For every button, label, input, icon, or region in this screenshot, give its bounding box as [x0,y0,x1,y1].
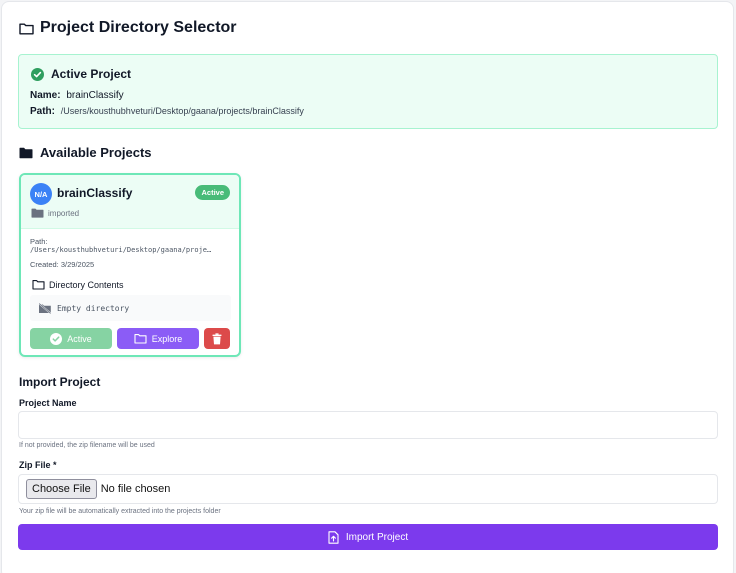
file-upload-icon [328,530,339,544]
project-name-input[interactable] [18,411,718,439]
active-project-name-row: Name: brainClassify [30,90,124,101]
explore-button[interactable]: Explore [117,328,199,349]
active-project-path-row: Path: /Users/kousthubhveturi/Desktop/gaa… [30,106,304,117]
empty-directory-box: Empty directory [30,295,231,321]
project-path-label: Path: [30,237,48,246]
zip-file-label: Zip File * [19,460,57,470]
available-projects-heading: Available Projects [19,145,152,160]
import-section-title: Import Project [19,375,101,389]
active-project-heading: Active Project [31,67,131,81]
project-card[interactable]: N/A brainClassify Active imported Path: … [19,173,241,357]
zip-file-hint: Your zip file will be automatically extr… [19,508,221,515]
import-project-button-label: Import Project [345,531,409,543]
active-project-name: brainClassify [66,90,124,101]
project-type-label: imported [48,208,80,218]
project-selector-panel: Project Directory Selector Active Projec… [1,1,734,573]
directory-contents-title: Directory Contents [49,279,124,290]
explore-button-label: Explore [151,333,183,344]
project-path: /Users/kousthubhveturi/Desktop/gaana/pro… [30,246,212,254]
directory-contents-heading: Directory Contents [32,279,124,290]
project-type: imported [31,208,79,218]
choose-file-button[interactable]: Choose File [26,479,97,499]
page-title: Project Directory Selector [40,19,237,36]
check-circle-icon [31,67,44,81]
check-circle-icon [50,332,63,345]
project-name-hint: If not provided, the zip filename will b… [19,442,155,449]
folder-outline-icon [134,333,147,344]
project-avatar: N/A [30,183,52,205]
active-project-path: /Users/kousthubhveturi/Desktop/gaana/pro… [60,106,304,116]
name-label: Name: [30,90,61,101]
folder-filled-icon [31,208,44,218]
project-name-label: Project Name [19,398,77,408]
active-button[interactable]: Active [30,328,112,349]
active-button-label: Active [67,333,92,344]
folder-filled-icon [19,147,33,159]
trash-icon [212,332,222,345]
import-project-button[interactable]: Import Project [18,524,718,550]
project-created: Created: 3/29/2025 [30,260,95,269]
project-name: brainClassify [57,186,133,200]
delete-button[interactable] [204,328,230,349]
page-header: Project Directory Selector [19,19,237,37]
no-file-text: No file chosen [100,483,171,495]
available-projects-title: Available Projects [40,145,152,160]
active-project-title: Active Project [51,67,132,81]
status-badge: Active [195,185,230,200]
folder-off-icon [38,302,52,314]
folder-outline-icon [19,22,34,35]
active-project-box: Active Project Name: brainClassify Path:… [18,54,718,129]
path-label: Path: [30,106,55,117]
empty-directory-text: Empty directory [57,303,130,313]
folder-outline-icon [32,279,45,290]
zip-file-input[interactable]: Choose File No file chosen [18,474,718,504]
project-card-header [21,175,239,229]
